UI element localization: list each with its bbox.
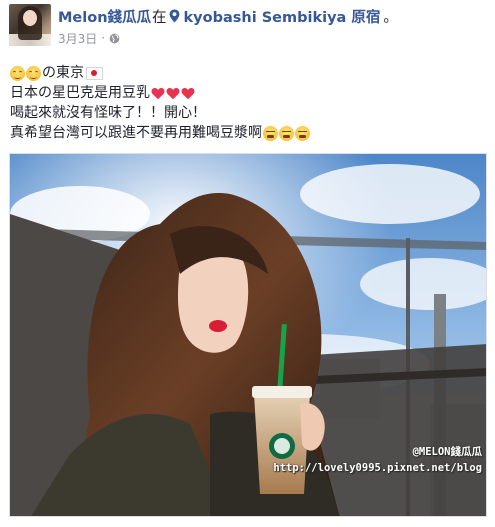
- watermark-line-2: http://lovely0995.pixnet.net/blog: [273, 462, 482, 474]
- globe-icon[interactable]: [109, 33, 120, 44]
- message-line-3-text: 喝起來就沒有怪味了！！開心！: [10, 105, 206, 121]
- location-link[interactable]: kyobashi Sembikiya 原宿: [184, 6, 381, 27]
- location-pin-icon: [169, 9, 179, 23]
- message-line-1-text: の東京: [42, 65, 84, 81]
- post-timestamp[interactable]: 3月3日: [58, 30, 97, 47]
- avatar-face: [23, 10, 37, 26]
- post-meta: 3月3日 ·: [58, 30, 120, 46]
- post-header: Melon錢瓜瓜 在 kyobashi Sembikiya 原宿 。: [58, 6, 398, 26]
- facebook-post: Melon錢瓜瓜 在 kyobashi Sembikiya 原宿 。 3月3日 …: [0, 0, 495, 527]
- message-line-2-text: 日本の星巴克是用豆乳: [10, 85, 150, 101]
- heart-icon: [181, 87, 195, 99]
- message-line-2: 日本の星巴克是用豆乳: [10, 83, 488, 103]
- grinning-face-icon: [26, 65, 41, 81]
- tired-face-icon: [279, 125, 294, 141]
- photo-watermark: @MELON錢瓜瓜 http://lovely0995.pixnet.net/b…: [273, 444, 482, 476]
- location-suffix: 。: [383, 9, 398, 26]
- watermark-line-1: @MELON錢瓜瓜: [412, 446, 482, 458]
- tired-face-icon: [263, 125, 278, 141]
- message-line-3: 喝起來就沒有怪味了！！開心！: [10, 103, 488, 123]
- author-avatar[interactable]: [9, 4, 51, 46]
- message-line-4-text: 真希望台灣可以跟進不要再用難喝豆漿啊: [10, 125, 262, 141]
- heart-icon: [166, 87, 180, 99]
- author-name-link[interactable]: Melon錢瓜瓜: [58, 6, 151, 27]
- post-message: の東京 日本の星巴克是用豆乳 喝起來就沒有怪味了！！開心！ 真希望台灣可以跟進不…: [10, 63, 488, 143]
- at-text: 在: [152, 9, 167, 26]
- post-photo[interactable]: @MELON錢瓜瓜 http://lovely0995.pixnet.net/b…: [9, 153, 487, 517]
- meta-separator: ·: [101, 31, 106, 45]
- grinning-face-icon: [10, 65, 25, 81]
- message-line-1: の東京: [10, 63, 488, 83]
- heart-icon: [151, 87, 165, 99]
- message-line-4: 真希望台灣可以跟進不要再用難喝豆漿啊: [10, 123, 488, 143]
- japan-flag-icon: [86, 66, 103, 80]
- tired-face-icon: [295, 125, 310, 141]
